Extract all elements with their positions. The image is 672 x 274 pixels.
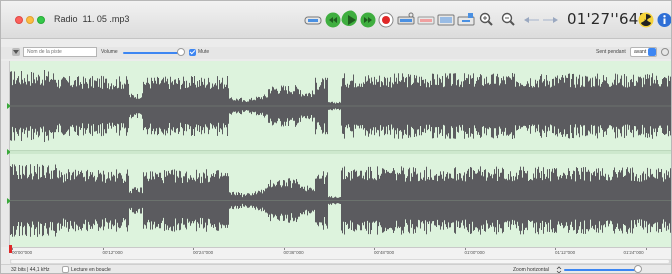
rewind-icon[interactable] [325, 12, 341, 28]
play-icon[interactable] [341, 10, 357, 26]
info-icon[interactable] [657, 12, 672, 28]
ruler-tick-label: 00'48''000 [374, 250, 395, 255]
record-icon[interactable] [378, 12, 394, 28]
volume-slider[interactable] [123, 52, 181, 54]
ruler-tick-label: 00'36''000 [283, 250, 304, 255]
copy-icon[interactable] [417, 12, 435, 28]
fade-select-value: avant [634, 49, 647, 55]
zoom-slider[interactable] [564, 269, 638, 271]
zoom-label: Zoom horizontal [513, 267, 549, 273]
waveform-view[interactable] [10, 61, 671, 247]
selection-tool-icon[interactable] [304, 12, 322, 28]
zoom-in-icon[interactable] [479, 12, 493, 28]
zoom-window-button[interactable] [37, 16, 45, 24]
scrollbar-thumb[interactable] [11, 260, 669, 263]
move-left-icon[interactable] [522, 12, 540, 28]
ruler-tick-label: 01'12''000 [555, 250, 576, 255]
ruler-tick-label: 01'24''000 [623, 250, 644, 255]
stepper-icon[interactable] [556, 266, 562, 274]
fade-select[interactable]: avant [630, 47, 657, 57]
forward-icon[interactable] [360, 12, 376, 28]
fade-label: Sent pendant [596, 49, 626, 55]
radioactive-icon[interactable] [638, 12, 654, 28]
ruler-tick [645, 248, 647, 250]
waveform-right [10, 164, 671, 237]
volume-label: Volume [101, 49, 118, 55]
cut-icon[interactable] [397, 12, 415, 28]
playhead[interactable] [9, 245, 12, 253]
waveform-channel-left[interactable] [10, 61, 671, 151]
mute-checkbox[interactable] [189, 49, 196, 56]
volume-slider-knob[interactable] [177, 48, 185, 56]
move-right-icon[interactable] [542, 12, 560, 28]
insert-icon[interactable] [457, 12, 475, 28]
ruler-tick-label: 00'12''000 [102, 250, 123, 255]
loop-checkbox[interactable] [62, 266, 69, 273]
track-name-input[interactable] [23, 47, 97, 57]
toolbar: Radio 11. 05 .mp3 01'27''645 [1, 1, 671, 39]
waveform-channel-right[interactable] [10, 154, 671, 247]
mute-label: Mute [198, 49, 210, 55]
audio-editor-window: Radio 11. 05 .mp3 01'27''645 Nom de la p… [0, 0, 672, 274]
loop-label: Lecture en boucle [71, 267, 111, 273]
paste-icon[interactable] [437, 12, 455, 28]
track-settings-button[interactable] [661, 48, 669, 56]
chevron-down-icon [648, 48, 656, 56]
zoom-slider-knob[interactable] [634, 265, 642, 273]
track-gutter [1, 61, 11, 247]
zoom-out-icon[interactable] [501, 12, 515, 28]
chevron-down-icon [13, 50, 19, 54]
audio-format: 32 bits | 44,1 kHz [11, 267, 50, 273]
time-display: 01'27''645 [567, 10, 649, 28]
collapse-track-button[interactable] [12, 48, 20, 56]
time-ruler[interactable]: 00'00''000 00'12''000 00'24''000 00'36''000… [10, 247, 671, 259]
close-window-button[interactable] [15, 16, 23, 24]
ruler-tick-label: 01'00''000 [464, 250, 485, 255]
waveform-left [10, 70, 671, 142]
window-title: Radio 11. 05 .mp3 [54, 14, 130, 24]
ruler-tick-label: 00'24''000 [193, 250, 214, 255]
track-controls: Volume Mute Sent pendant avant [1, 47, 671, 59]
status-bar: 32 bits | 44,1 kHz Lecture en boucle Zoo… [1, 264, 671, 274]
ruler-tick-label: 00'00''000 [12, 250, 33, 255]
minimize-window-button[interactable] [26, 16, 34, 24]
